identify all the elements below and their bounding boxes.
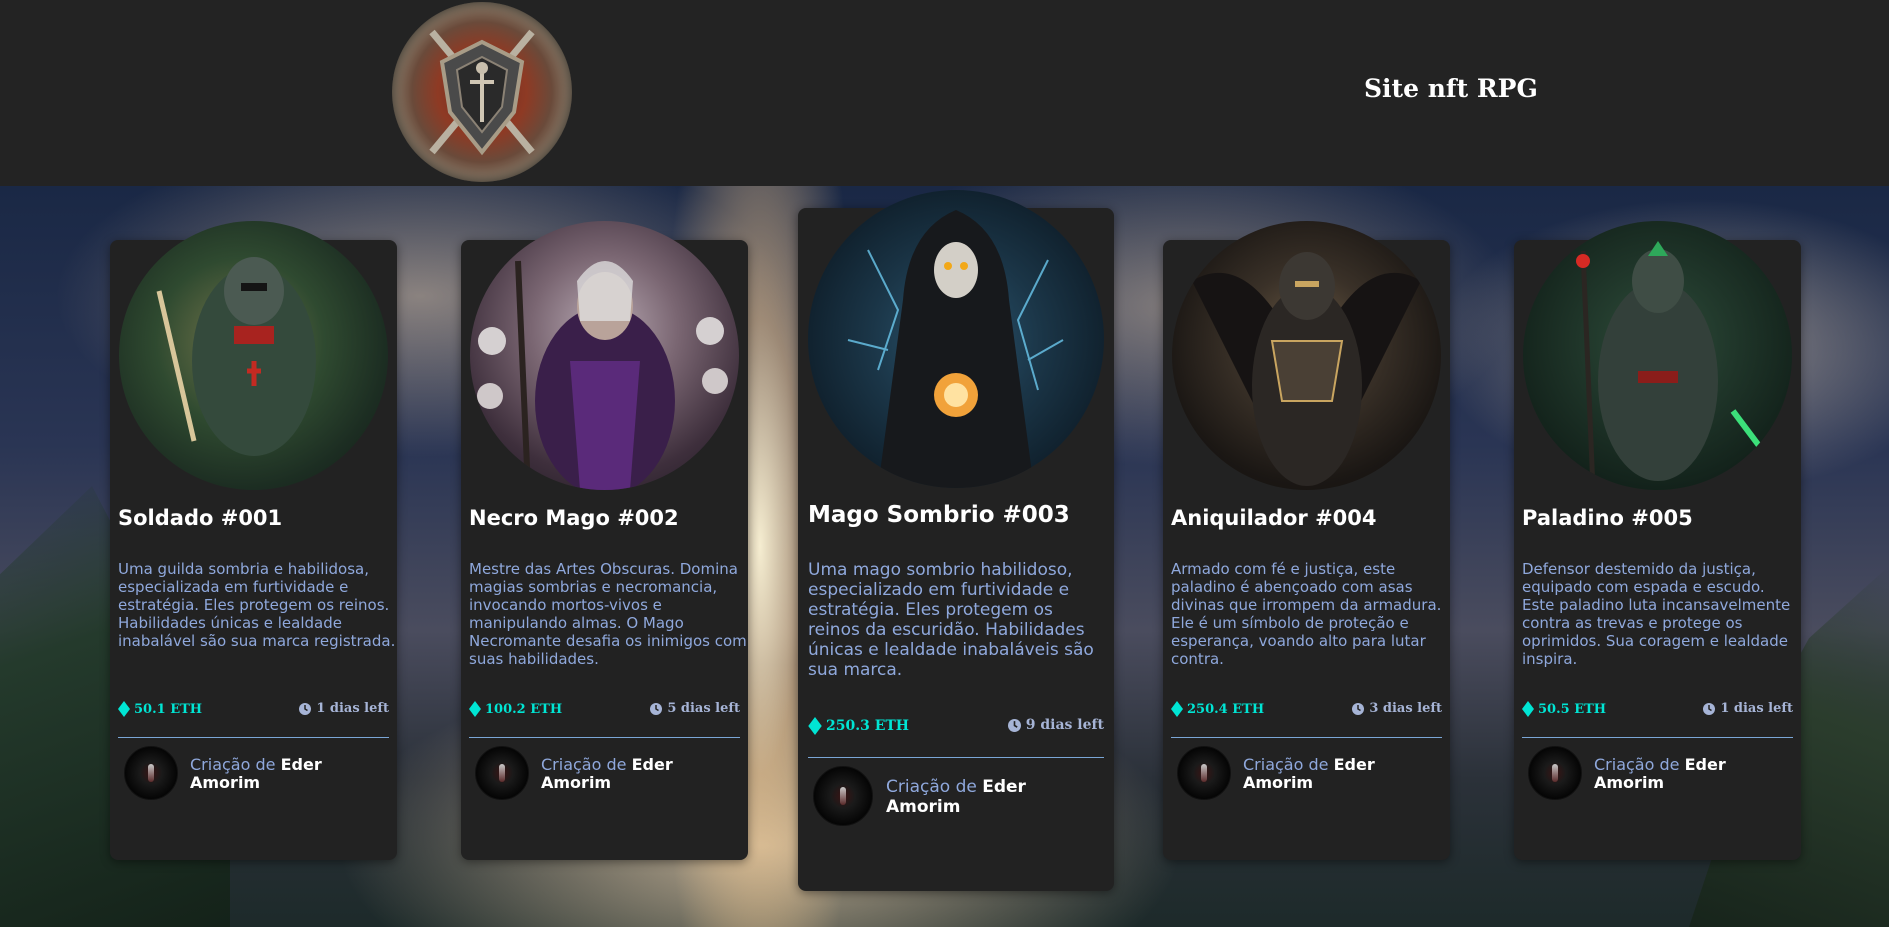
nft-card[interactable]: Soldado #001 Uma guilda sombria e habili… (110, 221, 397, 860)
price-value: 100.2 ETH (485, 701, 563, 717)
divider (808, 757, 1104, 758)
credit-prefix: Criação de (541, 755, 627, 774)
nft-description: Uma guilda sombria e habilidosa, especia… (118, 560, 396, 650)
time-left-value: 3 dias left (1369, 701, 1442, 716)
ethereum-icon (808, 717, 822, 735)
nft-card[interactable]: Aniquilador #004 Armado com fé e justiça… (1163, 221, 1450, 860)
nft-title: Soldado #001 (118, 506, 283, 530)
creator-avatar[interactable] (1528, 746, 1582, 800)
divider (1171, 737, 1442, 738)
creator-credit: Criação de Eder Amorim (541, 756, 741, 792)
credit-prefix: Criação de (1243, 755, 1329, 774)
nft-price: 250.3 ETH (808, 717, 909, 735)
nft-time-left: 9 dias left (1007, 717, 1104, 733)
time-left-value: 9 dias left (1025, 717, 1104, 733)
divider (118, 737, 389, 738)
nft-image-soldado[interactable] (119, 221, 388, 490)
ethereum-icon (469, 701, 481, 717)
creator-avatar[interactable] (124, 746, 178, 800)
price-value: 250.3 ETH (826, 718, 910, 734)
time-left-value: 1 dias left (1720, 701, 1793, 716)
nft-image-mago-sombrio[interactable] (808, 190, 1104, 488)
price-value: 50.5 ETH (1538, 701, 1607, 717)
clock-icon (1007, 718, 1021, 732)
nft-price: 50.1 ETH (118, 701, 202, 717)
nft-card[interactable]: Paladino #005 Defensor destemido da just… (1514, 221, 1801, 860)
creator-credit: Criação de Eder Amorim (886, 777, 1096, 817)
nft-price: 100.2 ETH (469, 701, 562, 717)
nft-image-necro-mago[interactable] (470, 221, 739, 490)
credit-prefix: Criação de (1594, 755, 1680, 774)
nft-title: Necro Mago #002 (469, 506, 679, 530)
site-title: Site nft RPG (1364, 74, 1538, 103)
nft-price: 250.4 ETH (1171, 701, 1264, 717)
divider (1522, 737, 1793, 738)
ethereum-icon (1522, 701, 1534, 717)
shield-crest-icon[interactable] (392, 2, 572, 182)
nft-time-left: 1 dias left (299, 701, 389, 716)
clock-icon (1703, 702, 1716, 715)
nft-image-aniquilador[interactable] (1172, 221, 1441, 490)
credit-prefix: Criação de (886, 777, 977, 797)
ethereum-icon (1171, 701, 1183, 717)
creator-credit: Criação de Eder Amorim (190, 756, 390, 792)
ethereum-icon (118, 701, 130, 717)
nft-description: Defensor destemido da justiça, equipado … (1522, 560, 1791, 668)
price-value: 50.1 ETH (134, 701, 203, 717)
creator-avatar[interactable] (475, 746, 529, 800)
creator-avatar[interactable] (813, 766, 873, 826)
nft-description: Armado com fé e justiça, este paladino é… (1171, 560, 1442, 668)
creator-credit: Criação de Eder Amorim (1594, 756, 1794, 792)
nft-time-left: 3 dias left (1352, 701, 1442, 716)
price-value: 250.4 ETH (1187, 701, 1265, 717)
nft-title: Mago Sombrio #003 (808, 502, 1070, 528)
nft-price: 50.5 ETH (1522, 701, 1606, 717)
nft-card[interactable]: Necro Mago #002 Mestre das Artes Obscura… (461, 221, 748, 860)
nft-description: Mestre das Artes Obscuras. Domina magias… (469, 560, 747, 668)
clock-icon (1352, 702, 1365, 715)
nft-title: Paladino #005 (1522, 506, 1693, 530)
clock-icon (650, 702, 663, 715)
site-header: Site nft RPG (0, 0, 1889, 186)
time-left-value: 5 dias left (667, 701, 740, 716)
time-left-value: 1 dias left (316, 701, 389, 716)
divider (469, 737, 740, 738)
creator-credit: Criação de Eder Amorim (1243, 756, 1443, 792)
nft-time-left: 1 dias left (1703, 701, 1793, 716)
nft-description: Uma mago sombrio habilidoso, especializa… (808, 560, 1094, 680)
nft-image-paladino[interactable] (1523, 221, 1792, 490)
clock-icon (299, 702, 312, 715)
nft-title: Aniquilador #004 (1171, 506, 1377, 530)
nft-time-left: 5 dias left (650, 701, 740, 716)
credit-prefix: Criação de (190, 755, 276, 774)
creator-avatar[interactable] (1177, 746, 1231, 800)
nft-card-featured[interactable]: Mago Sombrio #003 Uma mago sombrio habil… (798, 190, 1114, 891)
